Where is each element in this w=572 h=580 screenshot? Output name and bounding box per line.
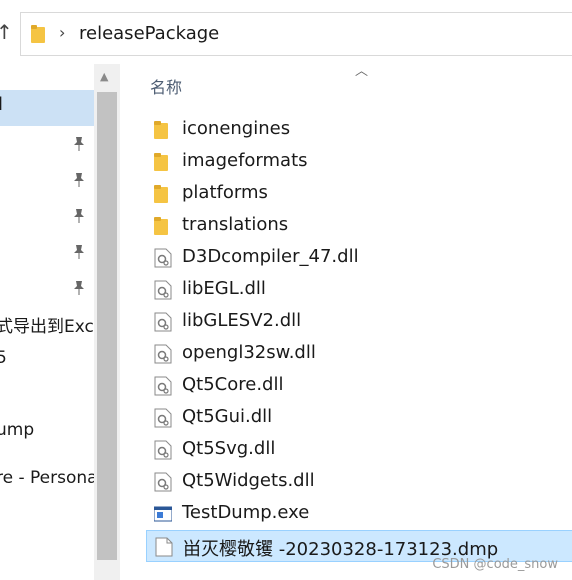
file-name: TestDump.exe xyxy=(182,502,310,523)
address-bar[interactable]: › releasePackage xyxy=(20,12,572,56)
file-icon xyxy=(155,537,173,557)
file-name: Qt5Gui.dll xyxy=(182,406,273,427)
file-name: imageformats xyxy=(182,150,308,171)
file-row[interactable]: Qt5Core.dll xyxy=(146,370,572,402)
file-row[interactable]: Qt5Svg.dll xyxy=(146,434,572,466)
file-row[interactable]: Qt5Widgets.dll xyxy=(146,466,572,498)
pin-icon[interactable] xyxy=(72,136,86,152)
dll-file-icon xyxy=(154,376,172,396)
pin-icon[interactable] xyxy=(72,244,86,260)
file-row[interactable]: TestDump.exe xyxy=(146,498,572,530)
exe-file-icon xyxy=(153,504,173,524)
folder-icon xyxy=(154,184,172,204)
file-list: iconengines imageformats platforms translat… xyxy=(146,114,572,562)
folder-icon xyxy=(154,120,172,140)
file-row[interactable]: translations xyxy=(146,210,572,242)
scrollbar-thumb[interactable] xyxy=(97,92,117,560)
folder-icon xyxy=(31,25,45,43)
dll-file-icon xyxy=(154,280,172,300)
dll-file-icon xyxy=(154,408,172,428)
file-row[interactable]: opengl32sw.dll xyxy=(146,338,572,370)
folder-icon xyxy=(154,152,172,172)
file-row[interactable]: platforms xyxy=(146,178,572,210)
breadcrumb-chevron-icon[interactable]: › xyxy=(59,23,65,42)
nav-item-selected-label: l xyxy=(0,94,4,115)
scroll-up-icon[interactable]: ▲ xyxy=(100,70,108,83)
file-name: D3Dcompiler_47.dll xyxy=(182,246,359,267)
file-row[interactable]: libEGL.dll xyxy=(146,274,572,306)
dll-file-icon xyxy=(154,440,172,460)
file-row[interactable]: Qt5Gui.dll xyxy=(146,402,572,434)
pin-icon[interactable] xyxy=(72,208,86,224)
dll-file-icon xyxy=(154,248,172,268)
file-name: libEGL.dll xyxy=(182,278,266,299)
nav-item-selected[interactable]: l xyxy=(0,90,94,126)
file-name: iconengines xyxy=(182,118,291,139)
file-name: opengl32sw.dll xyxy=(182,342,316,363)
file-row[interactable]: libGLESV2.dll xyxy=(146,306,572,338)
nav-item-label[interactable]: re - Persona xyxy=(0,468,94,488)
file-name: platforms xyxy=(182,182,268,203)
file-row[interactable]: D3Dcompiler_47.dll xyxy=(146,242,572,274)
file-name: libGLESV2.dll xyxy=(182,310,302,331)
file-name: Qt5Svg.dll xyxy=(182,438,276,459)
column-header-name[interactable]: 名称 xyxy=(150,74,182,98)
watermark: CSDN @code_snow xyxy=(432,557,558,572)
pin-icon[interactable] xyxy=(72,280,86,296)
file-row[interactable]: imageformats xyxy=(146,146,572,178)
file-name: Qt5Widgets.dll xyxy=(182,470,315,491)
nav-item-label[interactable]: 5 xyxy=(0,348,7,368)
file-name: translations xyxy=(182,214,289,235)
dll-file-icon xyxy=(154,312,172,332)
up-arrow-icon[interactable]: ↑ xyxy=(0,20,13,44)
nav-item-label[interactable]: 式导出到Exc xyxy=(0,312,94,337)
nav-scrollbar[interactable]: ▲ xyxy=(94,64,120,580)
sort-ascending-icon: ︿ xyxy=(355,64,369,79)
dll-file-icon xyxy=(154,344,172,364)
folder-icon xyxy=(154,216,172,236)
file-row[interactable]: iconengines xyxy=(146,114,572,146)
dll-file-icon xyxy=(154,472,172,492)
breadcrumb-current-folder[interactable]: releasePackage xyxy=(79,23,219,44)
file-name: Qt5Core.dll xyxy=(182,374,284,395)
nav-item-label[interactable]: ump xyxy=(0,420,34,440)
navigation-pane: l 式导出到Exc 5 ump re - Persona xyxy=(0,64,94,580)
pin-icon[interactable] xyxy=(72,172,86,188)
